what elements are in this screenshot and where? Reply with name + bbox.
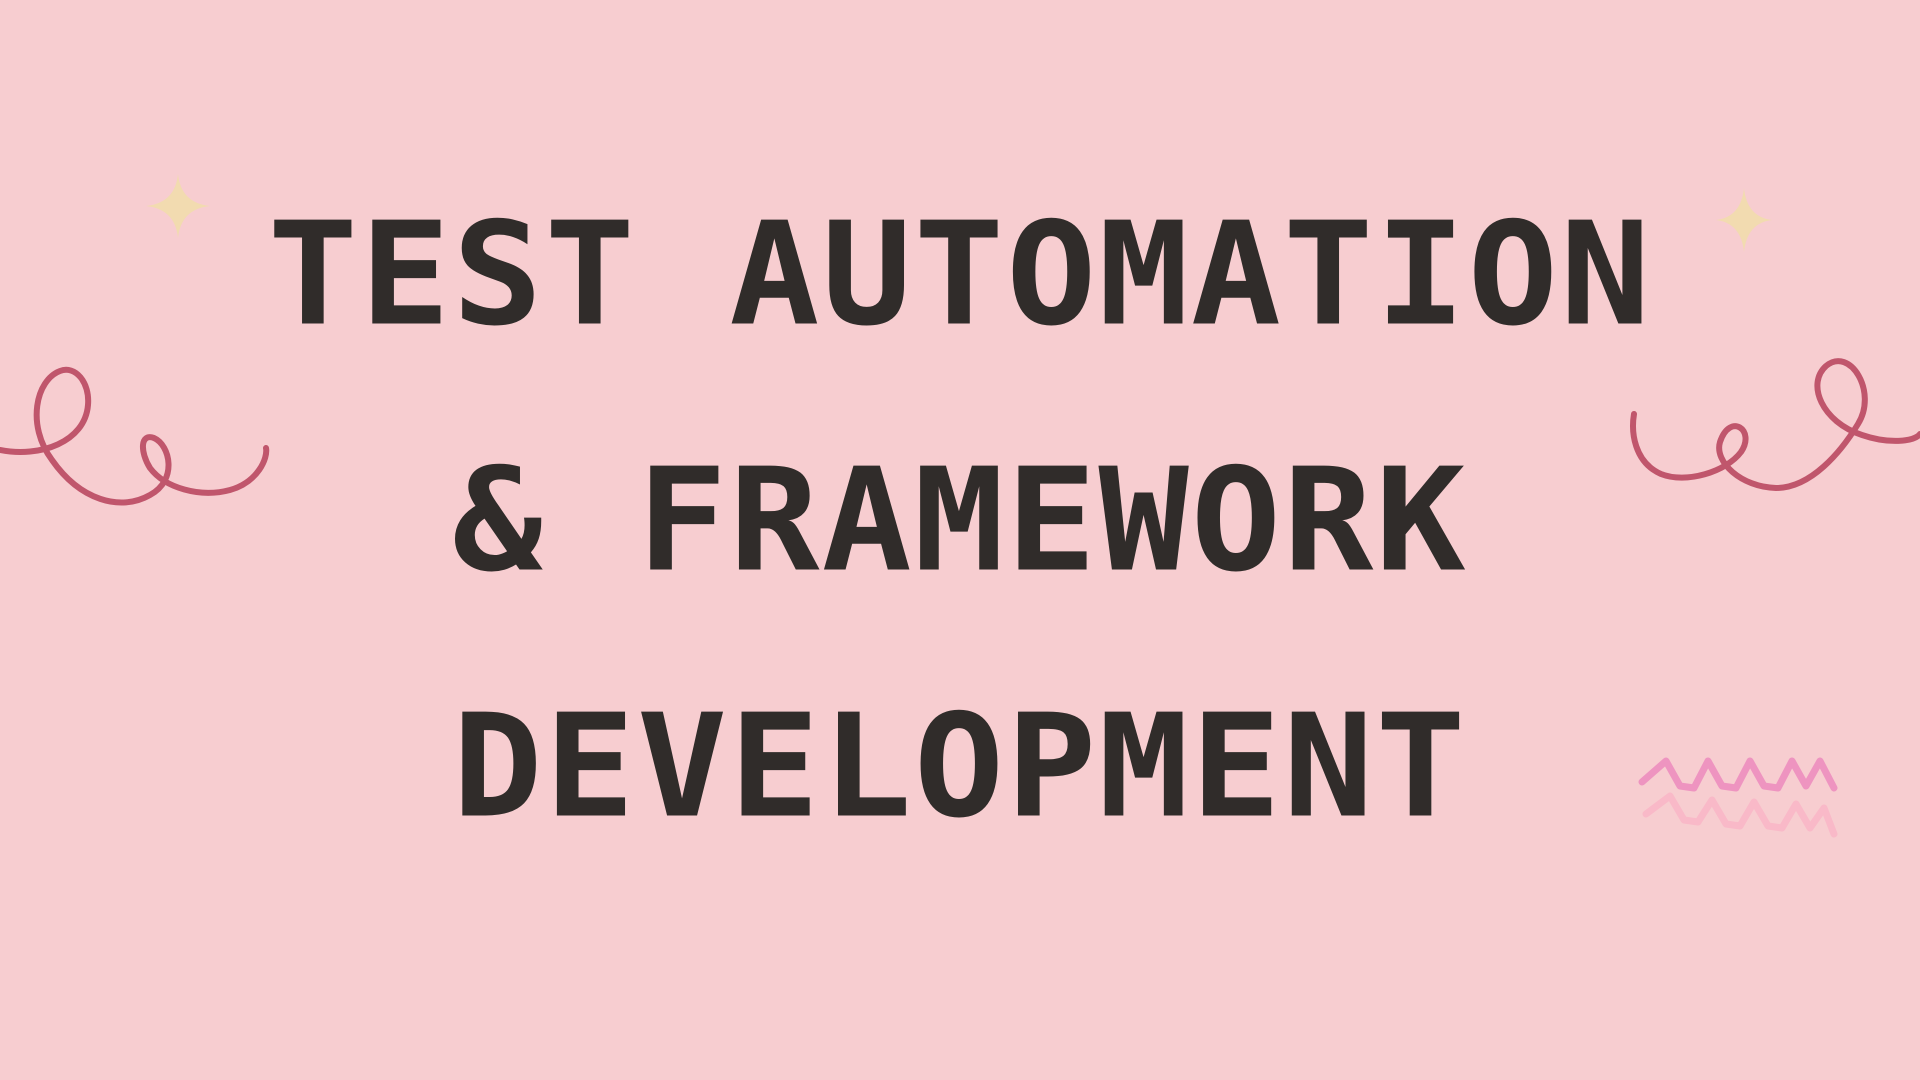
title-line-3: DEVELOPMENT [452, 684, 1468, 850]
swirl-icon-left [0, 366, 270, 506]
swirl-icon-right [1630, 358, 1920, 492]
zigzag-icon [1638, 757, 1838, 838]
sparkle-icon-left [146, 174, 210, 238]
title-line-1: TEST AUTOMATION [267, 192, 1653, 358]
title-block: TEST AUTOMATION & FRAMEWORK DEVELOPMENT [0, 0, 1920, 1080]
sparkle-icon-right [1716, 188, 1772, 252]
